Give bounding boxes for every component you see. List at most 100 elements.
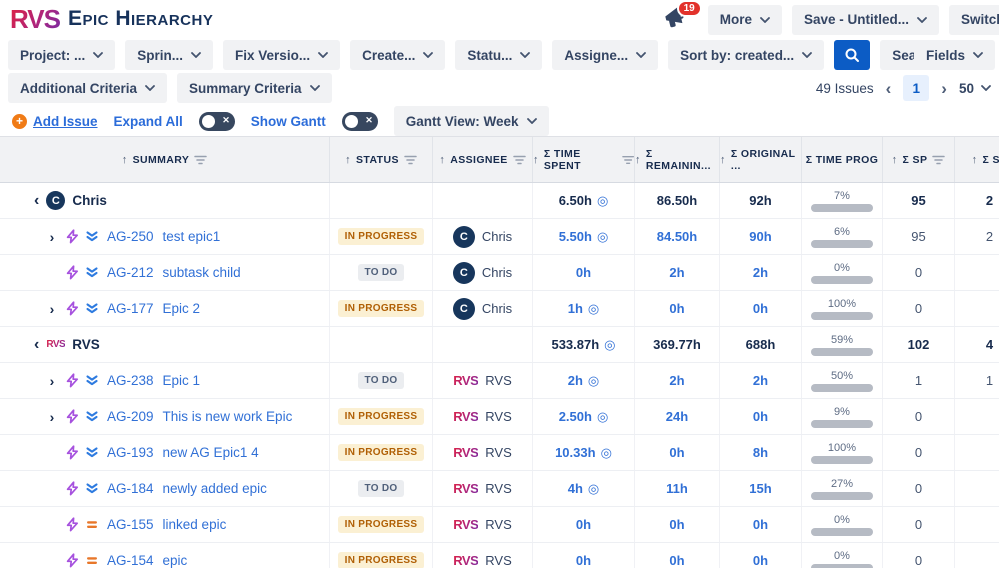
additional-criteria-button[interactable]: Additional Criteria: [8, 73, 167, 103]
expand-chevron-icon[interactable]: ›: [44, 373, 60, 389]
original-value[interactable]: 15h: [749, 481, 771, 496]
filter-button-fix-version[interactable]: Fix Versio...: [223, 40, 340, 70]
notifications-button[interactable]: 19: [662, 4, 692, 35]
filter-button-assignee[interactable]: Assigne...: [552, 40, 658, 70]
time-spent-value[interactable]: 4h: [568, 481, 583, 496]
time-spent-value[interactable]: 0h: [576, 553, 591, 568]
eye-icon[interactable]: ◎: [588, 373, 599, 389]
expand-chevron-icon[interactable]: ›: [44, 229, 60, 245]
original-value[interactable]: 90h: [749, 229, 771, 244]
show-gantt-button[interactable]: Show Gantt: [251, 114, 326, 129]
filter-button-label: Sprin...: [137, 48, 183, 63]
column-header-original[interactable]: ↑Σ Original ...: [720, 137, 802, 182]
column-header-time-spent[interactable]: ↑Σ Time Spent: [533, 137, 635, 182]
issue-key[interactable]: AG-212: [107, 265, 154, 280]
remaining-value[interactable]: 0h: [669, 517, 684, 532]
eye-icon[interactable]: ◎: [597, 193, 608, 209]
remaining-value[interactable]: 2h: [669, 373, 684, 388]
time-spent-value[interactable]: 0h: [576, 265, 591, 280]
original-value[interactable]: 2h: [753, 265, 768, 280]
switch-to-button[interactable]: Switch to: [949, 5, 999, 35]
remaining-value[interactable]: 11h: [666, 481, 688, 496]
filter-button-project[interactable]: Project: ...: [8, 40, 115, 70]
column-header-summary[interactable]: ↑Summary: [0, 137, 330, 182]
original-value[interactable]: 0h: [753, 409, 768, 424]
issue-summary[interactable]: Epic 1: [163, 373, 201, 388]
original-value[interactable]: 8h: [753, 445, 768, 460]
page-size-dropdown[interactable]: 50: [959, 81, 991, 96]
eye-icon[interactable]: ◎: [597, 229, 608, 245]
filter-button-sprint[interactable]: Sprin...: [125, 40, 213, 70]
top-bar: RVS Epic Hierarchy 19 More Save - Unt: [0, 0, 999, 38]
filter-button-sort-by[interactable]: Sort by: created...: [668, 40, 824, 70]
original-value[interactable]: 0h: [753, 553, 768, 568]
eye-icon[interactable]: ◎: [588, 481, 599, 497]
eye-icon[interactable]: ◎: [604, 337, 615, 353]
issue-key[interactable]: AG-250: [107, 229, 154, 244]
column-header-sp[interactable]: ↑Σ SP: [883, 137, 955, 182]
expand-all-toggle[interactable]: ✕: [199, 112, 235, 131]
time-spent-value[interactable]: 2h: [568, 373, 583, 388]
time-spent-value[interactable]: 2.50h: [559, 409, 592, 424]
prev-page-button[interactable]: ‹: [886, 80, 892, 97]
progress-bar: [811, 528, 873, 536]
save-button[interactable]: Save - Untitled...: [792, 5, 939, 35]
filter-button-create[interactable]: Create...: [350, 40, 445, 70]
notification-badge: 19: [677, 0, 702, 17]
issue-key[interactable]: AG-209: [107, 409, 154, 424]
column-header-sp-2[interactable]: ↑Σ SP: [955, 137, 999, 182]
issue-summary[interactable]: linked epic: [163, 517, 227, 532]
issue-summary[interactable]: test epic1: [163, 229, 221, 244]
issue-key[interactable]: AG-177: [107, 301, 154, 316]
issue-key[interactable]: AG-193: [107, 445, 154, 460]
more-button[interactable]: More: [708, 5, 782, 35]
gantt-view-dropdown[interactable]: Gantt View: Week: [394, 106, 549, 136]
eye-icon[interactable]: ◎: [588, 301, 599, 317]
show-gantt-toggle[interactable]: ✕: [342, 112, 378, 131]
issue-key[interactable]: AG-154: [107, 553, 154, 568]
time-spent-value[interactable]: 10.33h: [555, 445, 595, 460]
cell-assignee: RVSRVS: [433, 507, 533, 542]
eye-icon[interactable]: ◎: [597, 409, 608, 425]
issue-key[interactable]: AG-184: [107, 481, 154, 496]
column-header-time-prog[interactable]: Σ Time Prog: [802, 137, 883, 182]
time-spent-value[interactable]: 5.50h: [559, 229, 592, 244]
remaining-value[interactable]: 2h: [669, 265, 684, 280]
time-spent-value[interactable]: 0h: [576, 517, 591, 532]
column-header-status[interactable]: ↑Status: [330, 137, 433, 182]
expand-chevron-icon[interactable]: ›: [44, 301, 60, 317]
remaining-value[interactable]: 24h: [666, 409, 688, 424]
remaining-value[interactable]: 0h: [669, 445, 684, 460]
remaining-value[interactable]: 0h: [669, 553, 684, 568]
current-page[interactable]: 1: [903, 75, 929, 101]
summary-criteria-button[interactable]: Summary Criteria: [177, 73, 332, 103]
issue-summary[interactable]: new AG Epic1 4: [163, 445, 259, 460]
issue-summary[interactable]: subtask child: [163, 265, 241, 280]
original-value[interactable]: 0h: [753, 517, 768, 532]
collapse-chevron-icon[interactable]: ‹: [34, 192, 39, 210]
original-value[interactable]: 2h: [753, 373, 768, 388]
remaining-value[interactable]: 84.50h: [657, 229, 697, 244]
issue-summary[interactable]: newly added epic: [163, 481, 267, 496]
issue-summary[interactable]: epic: [163, 553, 188, 568]
collapse-chevron-icon[interactable]: ‹: [34, 336, 39, 354]
expand-chevron-icon[interactable]: ›: [44, 409, 60, 425]
filter-button-status[interactable]: Statu...: [455, 40, 542, 70]
fields-button[interactable]: Fields: [914, 40, 995, 70]
time-spent-value[interactable]: 1h: [568, 301, 583, 316]
remaining-value[interactable]: 0h: [669, 301, 684, 316]
search-button[interactable]: [834, 40, 870, 70]
original-value[interactable]: 0h: [753, 301, 768, 316]
expand-all-button[interactable]: Expand All: [114, 114, 183, 129]
issue-key[interactable]: AG-238: [107, 373, 154, 388]
next-page-button[interactable]: ›: [941, 80, 947, 97]
eye-icon[interactable]: ◎: [601, 445, 612, 461]
column-header-assignee[interactable]: ↑Assignee: [433, 137, 533, 182]
issue-summary[interactable]: Epic 2: [163, 301, 201, 316]
rvs-logo: RVS: [10, 6, 60, 32]
issue-key[interactable]: AG-155: [107, 517, 154, 532]
issue-summary[interactable]: This is new work Epic: [163, 409, 293, 424]
add-issue-button[interactable]: + Add Issue: [12, 114, 98, 129]
filter-icon: [932, 155, 945, 165]
column-header-remaining[interactable]: ↑Σ Remainin...: [635, 137, 720, 182]
